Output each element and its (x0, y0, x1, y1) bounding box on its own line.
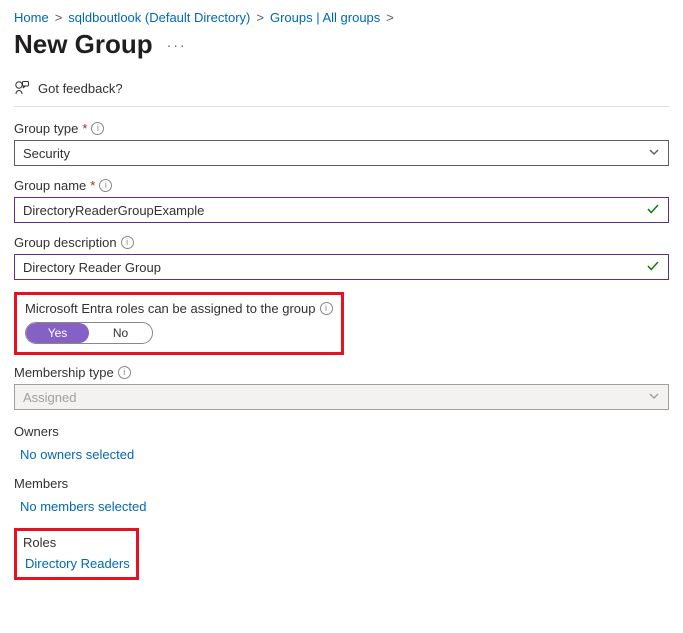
breadcrumb-home[interactable]: Home (14, 10, 49, 25)
highlight-entra-roles: Microsoft Entra roles can be assigned to… (14, 292, 344, 355)
group-desc-label: Group description i (14, 235, 669, 250)
chevron-down-icon (648, 146, 660, 161)
chevron-right-icon: > (386, 10, 394, 25)
entra-roles-toggle[interactable]: Yes No (25, 322, 153, 344)
group-name-input[interactable]: DirectoryReaderGroupExample (14, 197, 669, 223)
membership-type-dropdown: Assigned (14, 384, 669, 410)
check-icon (646, 202, 660, 219)
label-text: Group type (14, 121, 78, 136)
roles-link[interactable]: Directory Readers (23, 556, 130, 571)
group-type-dropdown[interactable]: Security (14, 140, 669, 166)
entra-roles-label: Microsoft Entra roles can be assigned to… (25, 301, 333, 316)
info-icon[interactable]: i (118, 366, 131, 379)
field-group-name: Group name * i DirectoryReaderGroupExamp… (14, 178, 669, 223)
group-name-label: Group name * i (14, 178, 669, 193)
toggle-no[interactable]: No (89, 323, 152, 343)
membership-type-label: Membership type i (14, 365, 669, 380)
owners-link[interactable]: No owners selected (14, 447, 669, 462)
breadcrumb-directory[interactable]: sqldboutlook (Default Directory) (68, 10, 250, 25)
members-link[interactable]: No members selected (14, 499, 669, 514)
toggle-yes[interactable]: Yes (26, 323, 89, 343)
field-group-type: Group type * i Security (14, 121, 669, 166)
feedback-label: Got feedback? (38, 81, 123, 96)
info-icon[interactable]: i (91, 122, 104, 135)
group-type-value: Security (23, 146, 70, 161)
more-icon[interactable]: ··· (167, 37, 187, 53)
group-name-value: DirectoryReaderGroupExample (23, 203, 204, 218)
field-group-description: Group description i Directory Reader Gro… (14, 235, 669, 280)
feedback-icon (14, 80, 30, 96)
label-text: Group description (14, 235, 117, 250)
info-icon[interactable]: i (320, 302, 333, 315)
roles-heading: Roles (23, 535, 130, 550)
required-indicator: * (90, 178, 95, 193)
label-text: Group name (14, 178, 86, 193)
chevron-right-icon: > (256, 10, 264, 25)
page-title: New Group (14, 29, 153, 60)
members-heading: Members (14, 476, 669, 491)
breadcrumb-groups[interactable]: Groups | All groups (270, 10, 380, 25)
required-indicator: * (82, 121, 87, 136)
title-row: New Group ··· (14, 29, 669, 60)
membership-type-value: Assigned (23, 390, 76, 405)
label-text: Microsoft Entra roles can be assigned to… (25, 301, 316, 316)
chevron-down-icon (648, 390, 660, 405)
breadcrumb: Home > sqldboutlook (Default Directory) … (14, 10, 669, 25)
group-type-label: Group type * i (14, 121, 669, 136)
info-icon[interactable]: i (121, 236, 134, 249)
highlight-roles: Roles Directory Readers (14, 528, 139, 580)
field-membership-type: Membership type i Assigned (14, 365, 669, 410)
group-desc-input[interactable]: Directory Reader Group (14, 254, 669, 280)
chevron-right-icon: > (55, 10, 63, 25)
label-text: Membership type (14, 365, 114, 380)
info-icon[interactable]: i (99, 179, 112, 192)
owners-heading: Owners (14, 424, 669, 439)
feedback-button[interactable]: Got feedback? (14, 74, 669, 107)
group-desc-value: Directory Reader Group (23, 260, 161, 275)
check-icon (646, 259, 660, 276)
